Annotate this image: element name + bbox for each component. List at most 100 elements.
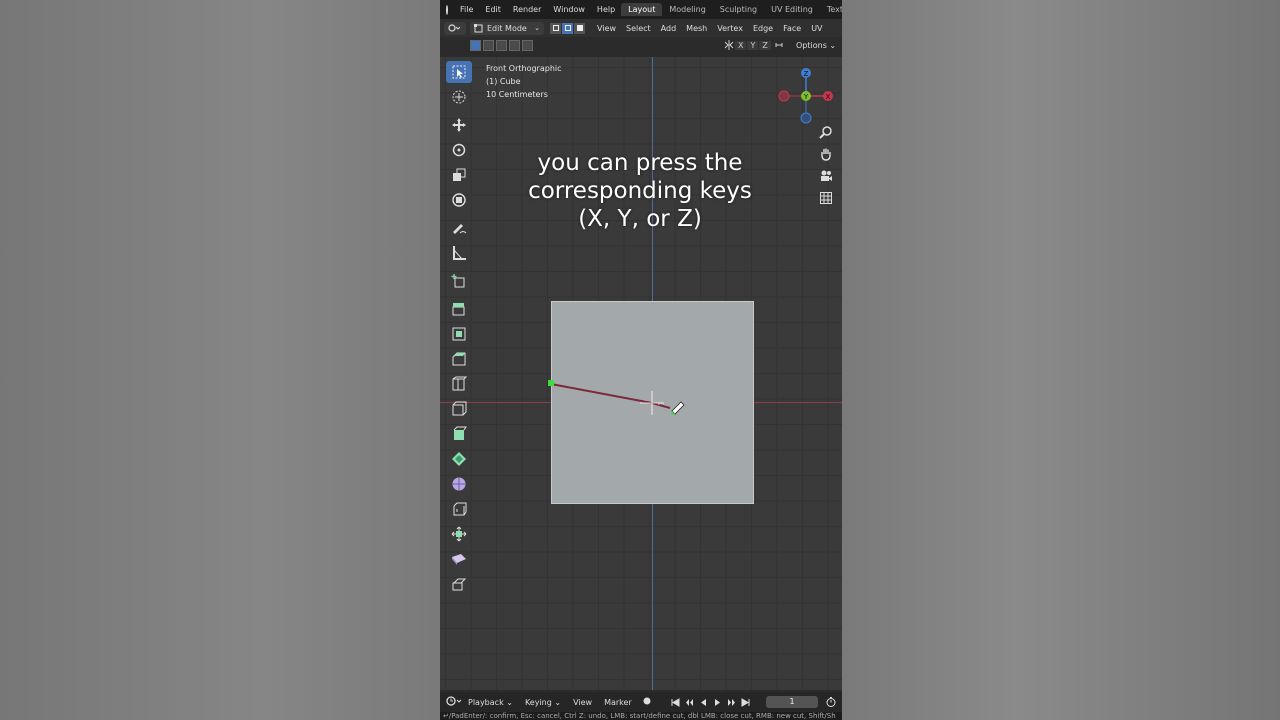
tool-transform[interactable] <box>446 189 472 211</box>
ortho-toggle-button[interactable] <box>817 189 835 207</box>
tool-poly-build[interactable] <box>446 448 472 470</box>
tool-extrude[interactable] <box>446 298 472 320</box>
clock-icon <box>446 696 462 706</box>
header-menu-add[interactable]: Add <box>656 24 682 33</box>
video-caption: you can press the corresponding keys (X,… <box>480 149 800 233</box>
pan-button[interactable] <box>817 145 835 163</box>
options-label: Options <box>796 41 827 50</box>
playback-menu[interactable]: Playback ⌄ <box>462 698 519 707</box>
menu-render[interactable]: Render <box>507 5 547 14</box>
tool-smooth[interactable] <box>446 498 472 520</box>
stopwatch-icon <box>826 697 836 707</box>
jump-end-button[interactable] <box>740 696 752 708</box>
tool-edge-slide[interactable] <box>446 523 472 545</box>
tab-layout[interactable]: Layout <box>621 3 663 16</box>
status-bar: ↵/PadEnter/: confirm, Esc: cancel, Ctrl … <box>440 712 842 720</box>
tool-offset-edge[interactable] <box>446 398 472 420</box>
mode-dropdown[interactable]: Edit Mode ⌄ <box>470 21 544 35</box>
caption-line-3: (X, Y, or Z) <box>578 206 702 232</box>
view-menu[interactable]: View <box>567 698 598 707</box>
menu-window[interactable]: Window <box>547 5 591 14</box>
face-select-button[interactable] <box>574 22 585 34</box>
next-keyframe-icon <box>728 698 736 706</box>
cursor-icon <box>452 90 466 104</box>
vertex-icon <box>552 25 559 31</box>
option-toggle-3[interactable] <box>496 40 507 51</box>
menu-file[interactable]: File <box>454 5 479 14</box>
video-background-left <box>0 0 440 720</box>
axis-x-toggle[interactable]: X <box>735 40 747 50</box>
header-menu-face[interactable]: Face <box>778 24 806 33</box>
header-menu-vertex[interactable]: Vertex <box>712 24 748 33</box>
play-reverse-button[interactable] <box>698 696 710 708</box>
header-menu-mesh[interactable]: Mesh <box>681 24 712 33</box>
jump-start-button[interactable] <box>670 696 682 708</box>
view-name: Front Orthographic <box>486 64 562 73</box>
timeline-editor-type[interactable] <box>446 696 462 708</box>
option-toggle-5[interactable] <box>522 40 533 51</box>
next-keyframe-button[interactable] <box>726 696 738 708</box>
tool-rotate[interactable] <box>446 139 472 161</box>
3d-viewport[interactable]: Front Orthographic (1) Cube 10 Centimete… <box>440 57 842 690</box>
tab-sculpting[interactable]: Sculpting <box>713 3 764 16</box>
zoom-button[interactable] <box>817 123 835 141</box>
tool-move[interactable] <box>446 114 472 136</box>
option-toggle-4[interactable] <box>509 40 520 51</box>
option-toggle-1[interactable] <box>470 40 481 51</box>
axis-z-toggle[interactable]: Z <box>759 40 771 50</box>
marker-menu[interactable]: Marker <box>598 698 638 707</box>
loop-cut-icon <box>452 376 467 391</box>
tool-measure[interactable] <box>446 242 472 264</box>
tool-cursor[interactable] <box>446 86 472 108</box>
header-menu-view[interactable]: View <box>592 24 621 33</box>
gizmo-neg-x-handle <box>778 90 790 102</box>
tool-shrink-fatten[interactable] <box>446 548 472 570</box>
prev-keyframe-button[interactable] <box>684 696 696 708</box>
axis-y-toggle[interactable]: Y <box>747 40 759 50</box>
options-dropdown[interactable]: Options ⌄ <box>796 41 836 50</box>
tool-loop-cut[interactable] <box>446 373 472 395</box>
blender-logo-icon[interactable] <box>446 4 448 15</box>
menu-help[interactable]: Help <box>591 5 621 14</box>
frame-rate-button[interactable] <box>826 697 836 709</box>
camera-button[interactable] <box>817 167 835 185</box>
vertex-select-button[interactable] <box>550 22 561 34</box>
link-icon[interactable] <box>774 40 784 50</box>
menu-edit[interactable]: Edit <box>479 5 507 14</box>
knife-cut-line <box>550 383 653 404</box>
tool-scale[interactable] <box>446 164 472 186</box>
tool-add-cube[interactable] <box>446 270 472 292</box>
tool-spin[interactable] <box>446 473 472 495</box>
auto-keying-button[interactable] <box>642 696 652 708</box>
tab-uv-editing[interactable]: UV Editing <box>764 3 820 16</box>
option-toggle-2[interactable] <box>483 40 494 51</box>
tool-bevel[interactable] <box>446 348 472 370</box>
edge-icon <box>564 25 571 31</box>
top-menubar: File Edit Render Window Help Layout Mode… <box>440 0 842 19</box>
navigation-gizmo[interactable]: Z X Y <box>776 62 838 124</box>
cut-vertex-point <box>548 380 554 386</box>
gizmo-z-label: Z <box>804 70 809 78</box>
tool-shear[interactable] <box>446 573 472 595</box>
tab-modeling[interactable]: Modeling <box>662 3 712 16</box>
current-frame-field[interactable]: 1 <box>766 696 818 708</box>
tool-select-box[interactable] <box>446 61 472 83</box>
object-name: (1) Cube <box>486 77 521 86</box>
tab-texture-paint[interactable]: Texture P <box>820 3 842 16</box>
edge-select-button[interactable] <box>562 22 573 34</box>
header-menu-select[interactable]: Select <box>621 24 656 33</box>
face-icon <box>576 25 583 31</box>
editor-type-dropdown[interactable] <box>444 21 466 35</box>
tool-inset[interactable] <box>446 323 472 345</box>
timeline-header: Playback ⌄ Keying ⌄ View Marker 1 <box>440 692 842 712</box>
keying-menu[interactable]: Keying ⌄ <box>519 698 567 707</box>
play-button[interactable] <box>712 696 724 708</box>
tool-knife[interactable] <box>446 423 472 445</box>
viewport-nav-buttons <box>817 123 835 211</box>
zoom-icon <box>819 126 832 139</box>
viewport-info: Front Orthographic (1) Cube 10 Centimete… <box>486 62 562 101</box>
header-menu-edge[interactable]: Edge <box>748 24 778 33</box>
tool-annotate[interactable] <box>446 217 472 239</box>
spin-icon <box>452 477 466 491</box>
header-menu-uv[interactable]: UV <box>806 24 827 33</box>
